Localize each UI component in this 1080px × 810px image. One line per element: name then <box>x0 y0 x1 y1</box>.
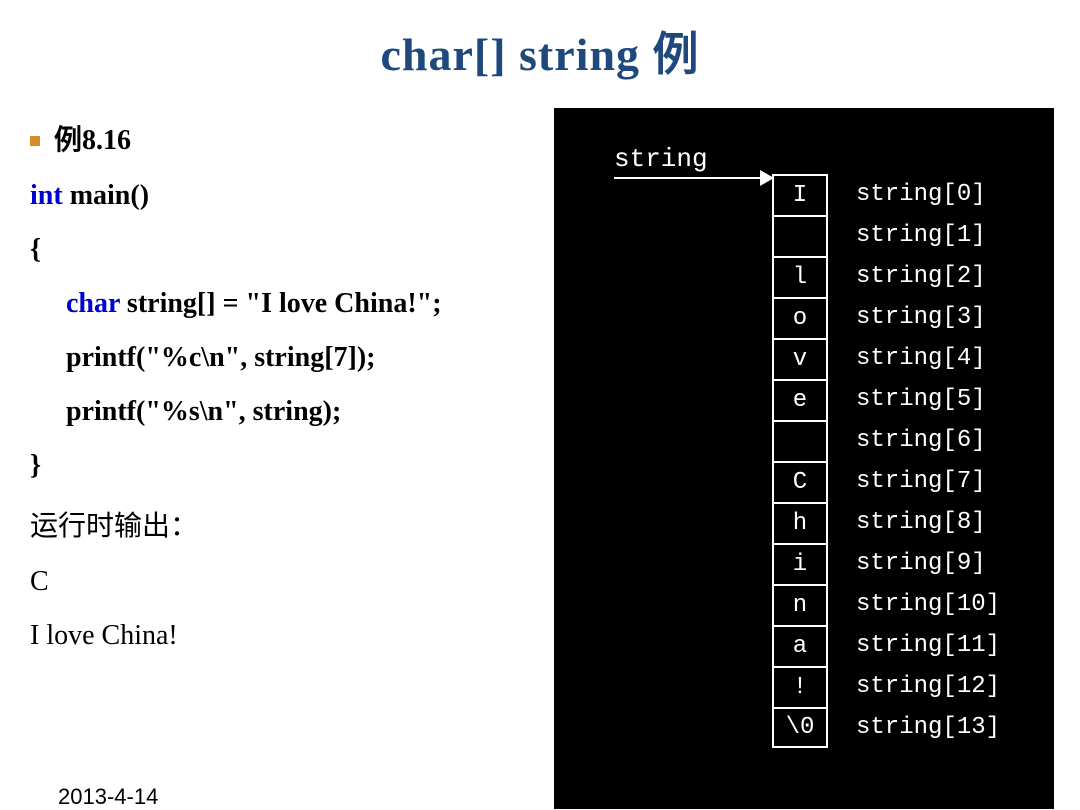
example-number-line: 例8.16 <box>30 118 590 158</box>
cell: I <box>772 174 828 215</box>
decl-rest: string[] = "I love China!"; <box>120 288 442 319</box>
code-line-printf2: printf("%s\n", string); <box>30 396 590 428</box>
bullet-icon <box>30 136 40 146</box>
example-number: 例8.16 <box>54 125 131 156</box>
output-line-2: I love China! <box>30 620 590 652</box>
array-index-label: string[5] <box>848 379 1000 420</box>
kw-int: int <box>30 180 63 211</box>
array-index-label: string[2] <box>848 256 1000 297</box>
output-line-1: C <box>30 566 590 598</box>
array-index-label: string[11] <box>848 625 1000 666</box>
labels-column: string[0] string[1] string[2] string[3] … <box>848 174 1000 748</box>
kw-char: char <box>66 288 120 319</box>
code-line-brace-close: } <box>30 450 590 482</box>
cell <box>772 215 828 256</box>
slide-title: char[] string 例 <box>0 18 1080 84</box>
cell: v <box>772 338 828 379</box>
cell: i <box>772 543 828 584</box>
array-index-label: string[12] <box>848 666 1000 707</box>
cell: n <box>772 584 828 625</box>
array-diagram: string I l o v e C h i n a ! \0 string[0… <box>554 108 1054 809</box>
cell: e <box>772 379 828 420</box>
cell: a <box>772 625 828 666</box>
main-rest: main() <box>63 180 149 211</box>
cell: C <box>772 461 828 502</box>
array-index-label: string[8] <box>848 502 1000 543</box>
array-index-label: string[6] <box>848 420 1000 461</box>
code-line-main: int main() <box>30 180 590 212</box>
code-content: 例8.16 int main() { char string[] = "I lo… <box>30 118 590 674</box>
code-line-printf1: printf("%c\n", string[7]); <box>30 342 590 374</box>
cell: o <box>772 297 828 338</box>
array-index-label: string[3] <box>848 297 1000 338</box>
cell: ! <box>772 666 828 707</box>
cell: h <box>772 502 828 543</box>
array-index-label: string[9] <box>848 543 1000 584</box>
array-index-label: string[0] <box>848 174 1000 215</box>
cell <box>772 420 828 461</box>
output-label: 运行时输出： <box>30 504 590 544</box>
code-line-decl: char string[] = "I love China!"; <box>30 288 590 320</box>
footer-date: 2013-4-14 <box>58 784 158 810</box>
cells-column: I l o v e C h i n a ! \0 <box>772 174 828 748</box>
cell: \0 <box>772 707 828 748</box>
code-line-brace-open: { <box>30 234 590 266</box>
array-index-label: string[13] <box>848 707 1000 748</box>
array-index-label: string[4] <box>848 338 1000 379</box>
arrow-icon <box>614 170 774 186</box>
array-index-label: string[1] <box>848 215 1000 256</box>
array-index-label: string[7] <box>848 461 1000 502</box>
cell: l <box>772 256 828 297</box>
array-index-label: string[10] <box>848 584 1000 625</box>
